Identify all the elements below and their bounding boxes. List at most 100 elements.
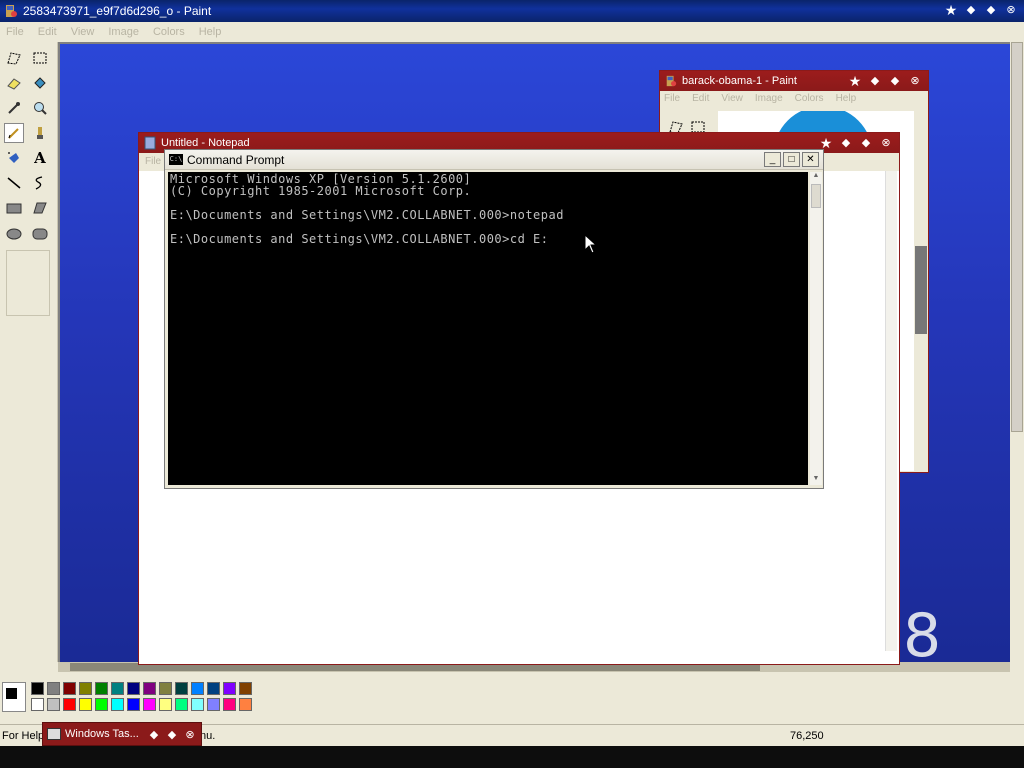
- pin-star-icon[interactable]: ★: [944, 3, 958, 17]
- maximize-button[interactable]: ◆: [859, 136, 873, 150]
- color-swatch[interactable]: [239, 698, 252, 711]
- color-swatch[interactable]: [63, 698, 76, 711]
- scroll-up-arrow-icon[interactable]: ▲: [810, 172, 822, 182]
- maximize-button[interactable]: □: [783, 152, 800, 167]
- color-swatch[interactable]: [143, 698, 156, 711]
- menu-help[interactable]: Help: [836, 93, 857, 104]
- menu-edit[interactable]: Edit: [38, 26, 57, 38]
- background-digit: 8: [903, 601, 942, 671]
- color-swatch[interactable]: [79, 698, 92, 711]
- menu-image[interactable]: Image: [108, 26, 139, 38]
- color-swatch[interactable]: [47, 698, 60, 711]
- close-button[interactable]: ⊗: [1004, 3, 1018, 17]
- line-tool-icon[interactable]: [4, 173, 24, 193]
- minimize-button[interactable]: ◆: [147, 728, 161, 742]
- curve-tool-icon[interactable]: [30, 173, 50, 193]
- cmd-titlebar[interactable]: C:\ Command Prompt _ □ ✕: [165, 150, 823, 170]
- polygon-tool-icon[interactable]: [30, 198, 50, 218]
- color-swatch[interactable]: [159, 698, 172, 711]
- scroll-thumb[interactable]: [811, 184, 821, 208]
- command-prompt-window[interactable]: C:\ Command Prompt _ □ ✕ Microsoft Windo…: [164, 149, 824, 489]
- maximize-button[interactable]: ◆: [165, 728, 179, 742]
- paint-vertical-scrollbar[interactable]: [1010, 42, 1024, 662]
- color-swatch[interactable]: [31, 698, 44, 711]
- obama-titlebar[interactable]: barack-obama-1 - Paint ★ ◆ ◆ ⊗: [660, 71, 928, 91]
- menu-colors[interactable]: Colors: [153, 26, 185, 38]
- close-button[interactable]: ⊗: [183, 728, 197, 742]
- color-swatch[interactable]: [191, 698, 204, 711]
- minimize-button[interactable]: ◆: [868, 74, 882, 88]
- paint-titlebar[interactable]: 2583473971_e9f7d6d296_o - Paint ★ ◆ ◆ ⊗: [0, 0, 1024, 22]
- color-swatch[interactable]: [191, 682, 204, 695]
- free-select-icon[interactable]: [4, 48, 24, 68]
- cmd-app-icon: C:\: [169, 154, 183, 165]
- color-picker-icon[interactable]: [4, 98, 24, 118]
- minimize-button[interactable]: _: [764, 152, 781, 167]
- menu-image[interactable]: Image: [755, 93, 783, 104]
- color-swatch[interactable]: [239, 682, 252, 695]
- airbrush-icon[interactable]: [4, 148, 24, 168]
- pin-star-icon[interactable]: ★: [848, 74, 862, 88]
- menu-view[interactable]: View: [71, 26, 95, 38]
- menu-edit[interactable]: Edit: [692, 93, 709, 104]
- color-swatch[interactable]: [95, 682, 108, 695]
- maximize-button[interactable]: ◆: [984, 3, 998, 17]
- menu-file[interactable]: File: [664, 93, 680, 104]
- color-swatch[interactable]: [207, 682, 220, 695]
- close-button[interactable]: ✕: [802, 152, 819, 167]
- status-help-text: For Help: [2, 730, 45, 742]
- obama-vertical-scrollbar[interactable]: [914, 111, 928, 471]
- paint-window-title: 2583473971_e9f7d6d296_o - Paint: [23, 4, 212, 18]
- scroll-thumb[interactable]: [915, 246, 927, 334]
- paint-toolbox: A: [0, 42, 58, 662]
- color-swatch[interactable]: [223, 698, 236, 711]
- text-tool-icon[interactable]: A: [30, 148, 50, 168]
- rectangle-tool-icon[interactable]: [4, 198, 24, 218]
- task-manager-minimized[interactable]: Windows Tas... ◆ ◆ ⊗: [42, 722, 202, 746]
- scroll-down-arrow-icon[interactable]: ▼: [810, 475, 822, 485]
- color-swatch[interactable]: [95, 698, 108, 711]
- color-swatch[interactable]: [111, 698, 124, 711]
- color-swatch[interactable]: [63, 682, 76, 695]
- current-colors[interactable]: [2, 682, 26, 712]
- scroll-thumb[interactable]: [1011, 42, 1023, 432]
- pin-star-icon[interactable]: ★: [819, 136, 833, 150]
- brush-icon[interactable]: [30, 123, 50, 143]
- color-swatch[interactable]: [143, 682, 156, 695]
- color-swatch[interactable]: [159, 682, 172, 695]
- close-button[interactable]: ⊗: [908, 74, 922, 88]
- color-swatch[interactable]: [79, 682, 92, 695]
- color-swatch[interactable]: [127, 682, 140, 695]
- eraser-icon[interactable]: [4, 73, 24, 93]
- maximize-button[interactable]: ◆: [888, 74, 902, 88]
- rounded-rect-tool-icon[interactable]: [30, 223, 50, 243]
- minimize-button[interactable]: ◆: [964, 3, 978, 17]
- color-swatch[interactable]: [31, 682, 44, 695]
- menu-file[interactable]: File: [145, 156, 161, 167]
- paint-app-icon: [666, 75, 677, 87]
- color-swatch[interactable]: [223, 682, 236, 695]
- minimize-button[interactable]: ◆: [839, 136, 853, 150]
- rect-select-icon[interactable]: [30, 48, 50, 68]
- cmd-vertical-scrollbar[interactable]: ▲ ▼: [810, 172, 822, 485]
- color-swatch[interactable]: [175, 682, 188, 695]
- color-swatch[interactable]: [47, 682, 60, 695]
- fill-bucket-icon[interactable]: [30, 73, 50, 93]
- menu-file[interactable]: File: [6, 26, 24, 38]
- color-swatch[interactable]: [175, 698, 188, 711]
- menu-colors[interactable]: Colors: [795, 93, 824, 104]
- cmd-console[interactable]: Microsoft Windows XP [Version 5.1.2600] …: [168, 172, 808, 485]
- tool-options-box[interactable]: [6, 250, 50, 316]
- notepad-vertical-scrollbar[interactable]: [885, 171, 897, 651]
- close-button[interactable]: ⊗: [879, 136, 893, 150]
- pencil-icon[interactable]: [4, 123, 24, 143]
- color-swatch[interactable]: [127, 698, 140, 711]
- color-swatch[interactable]: [111, 682, 124, 695]
- ellipse-tool-icon[interactable]: [4, 223, 24, 243]
- color-swatch[interactable]: [207, 698, 220, 711]
- task-manager-icon: [47, 728, 61, 740]
- primary-color: [6, 688, 17, 699]
- magnifier-icon[interactable]: [30, 98, 50, 118]
- menu-view[interactable]: View: [721, 93, 743, 104]
- menu-help[interactable]: Help: [199, 26, 222, 38]
